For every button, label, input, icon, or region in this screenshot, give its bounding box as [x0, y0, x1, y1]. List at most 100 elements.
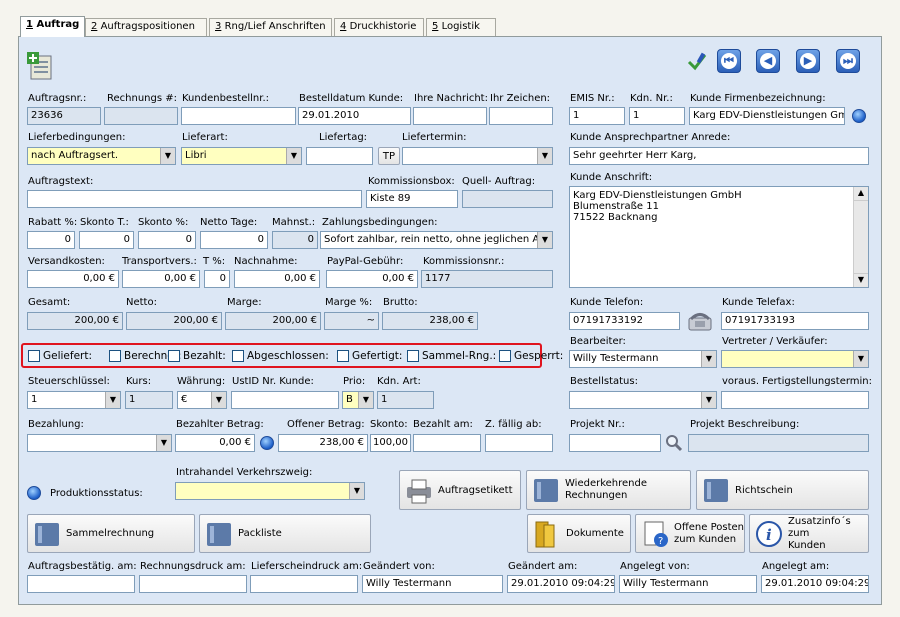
chevron-down-icon[interactable]: [105, 392, 120, 408]
tab-logistik[interactable]: 5 Logistik: [426, 18, 496, 36]
skonto2-field[interactable]: 100,00: [370, 434, 411, 452]
auftragsbestaetig-field[interactable]: [27, 575, 135, 593]
last-record-button[interactable]: ⏭: [836, 49, 860, 73]
tab-auftrag[interactable]: 1 Auftrag: [20, 16, 86, 37]
geaendert-am-field[interactable]: 29.01.2010 09:04:29: [507, 575, 615, 593]
prio-select[interactable]: B: [342, 391, 374, 409]
offene-posten-button[interactable]: ? Offene Posten zum Kunden: [635, 514, 745, 553]
netto-tage-field[interactable]: 0: [200, 231, 268, 249]
bestellstatus-select[interactable]: [569, 391, 717, 409]
steuerschluessel-select[interactable]: 1: [27, 391, 121, 409]
lieferart-select[interactable]: Libri: [181, 147, 302, 165]
kdn-art-field[interactable]: 1: [377, 391, 434, 409]
mahnst-field[interactable]: 0: [272, 231, 318, 249]
marge-field[interactable]: 200,00 €: [225, 312, 321, 330]
auftragsnr-field[interactable]: 23636: [27, 107, 101, 125]
edit-check-icon[interactable]: [686, 50, 708, 72]
ustid-field[interactable]: [231, 391, 339, 409]
payment-info-button[interactable]: [260, 436, 274, 450]
projekt-nr-field[interactable]: [569, 434, 661, 452]
bezahlt-checkbox[interactable]: Bezahlt:: [168, 350, 226, 362]
rechnungs-field[interactable]: [104, 107, 178, 125]
bestelldatum-field[interactable]: 29.01.2010: [298, 107, 411, 125]
tab-anschriften[interactable]: 3 Rng/Lief Anschriften: [209, 18, 332, 36]
sammel-rng-checkbox[interactable]: Sammel-Rng.:: [407, 350, 496, 362]
new-order-icon[interactable]: [25, 50, 53, 80]
previous-record-button[interactable]: ◀: [756, 49, 780, 73]
chevron-down-icon[interactable]: [156, 435, 171, 451]
angelegt-von-field[interactable]: Willy Testermann: [619, 575, 757, 593]
bezahlung-select[interactable]: [27, 434, 172, 452]
nachnahme-field[interactable]: 0,00 €: [234, 270, 320, 288]
sammelrechnung-button[interactable]: Sammelrechnung: [27, 514, 195, 553]
vertreter-select[interactable]: [721, 350, 869, 368]
chevron-down-icon[interactable]: [537, 148, 552, 164]
zusatzinfo-button[interactable]: i Zusatzinfo´s zum Kunden: [749, 514, 869, 553]
wiederkehrende-rechnungen-button[interactable]: Wiederkehrende Rechnungen: [526, 470, 691, 510]
gefertigt-checkbox[interactable]: Gefertigt:: [337, 350, 402, 362]
abgeschlossen-checkbox[interactable]: Abgeschlossen:: [232, 350, 329, 362]
waehrung-select[interactable]: €: [177, 391, 227, 409]
projekt-beschreibung-field[interactable]: [688, 434, 869, 452]
tab-auftragspositionen[interactable]: 2 Auftragspositionen: [85, 18, 207, 36]
checkbox-box[interactable]: [168, 350, 180, 362]
skonto-t-field[interactable]: 0: [79, 231, 134, 249]
telefax-field[interactable]: 07191733193: [721, 312, 869, 330]
tp-button[interactable]: TP: [378, 147, 400, 165]
zahlungsbedingungen-select[interactable]: Sofort zahlbar, rein netto, ohne jeglich…: [320, 231, 553, 249]
kommissionsbox-field[interactable]: Kiste 89: [366, 190, 458, 208]
tab-druckhistorie[interactable]: 4 Druckhistorie: [334, 18, 424, 36]
chevron-down-icon[interactable]: [160, 148, 175, 164]
z-faellig-field[interactable]: [485, 434, 553, 452]
kundenbestellnr-field[interactable]: [181, 107, 296, 125]
kdn-field[interactable]: 1: [629, 107, 685, 125]
versandkosten-field[interactable]: 0,00 €: [27, 270, 119, 288]
bezahlt-am-field[interactable]: [413, 434, 481, 452]
liefertag-field[interactable]: [306, 147, 373, 165]
packliste-button[interactable]: Packliste: [199, 514, 371, 553]
emis-field[interactable]: 1: [569, 107, 625, 125]
checkbox-box[interactable]: [499, 350, 511, 362]
netto-field[interactable]: 200,00 €: [126, 312, 222, 330]
liefertermin-select[interactable]: [402, 147, 553, 165]
angelegt-am-field[interactable]: 29.01.2010 09:04:29: [761, 575, 869, 593]
paypal-field[interactable]: 0,00 €: [326, 270, 418, 288]
produktionsstatus-indicator[interactable]: [27, 486, 41, 500]
skonto-p-field[interactable]: 0: [138, 231, 196, 249]
ihre-nachricht-field[interactable]: [413, 107, 487, 125]
auftragsetikett-button[interactable]: Auftragsetikett: [399, 470, 521, 510]
geliefert-checkbox[interactable]: Geliefert:: [28, 350, 92, 362]
intrahandel-select[interactable]: [175, 482, 365, 500]
ihr-zeichen-field[interactable]: [489, 107, 553, 125]
telefon-field[interactable]: 07191733192: [569, 312, 680, 330]
fertigstellung-field[interactable]: [721, 391, 869, 409]
checkbox-box[interactable]: [28, 350, 40, 362]
bezahlter-betrag-field[interactable]: 0,00 €: [175, 434, 255, 452]
kommissionsnr-field[interactable]: 1177: [421, 270, 553, 288]
dokumente-button[interactable]: Dokumente: [527, 514, 631, 553]
marge-pct-field[interactable]: ~: [324, 312, 379, 330]
chevron-down-icon[interactable]: [349, 483, 364, 499]
chevron-down-icon[interactable]: [358, 392, 373, 408]
kurs-field[interactable]: 1: [125, 391, 173, 409]
quell-auftrag-field[interactable]: [462, 190, 553, 208]
transportvers-field[interactable]: 0,00 €: [122, 270, 200, 288]
lieferscheindruck-field[interactable]: [250, 575, 358, 593]
first-record-button[interactable]: ⏮: [717, 49, 741, 73]
gesamt-field[interactable]: 200,00 €: [27, 312, 123, 330]
ansprechpartner-field[interactable]: Sehr geehrter Herr Karg,: [569, 147, 869, 165]
chevron-down-icon[interactable]: [211, 392, 226, 408]
t-pct-field[interactable]: 0: [204, 270, 230, 288]
anschrift-textarea[interactable]: Karg EDV-Dienstleistungen GmbH Blumenstr…: [569, 186, 869, 288]
auftragstext-field[interactable]: [27, 190, 362, 208]
checkbox-box[interactable]: [337, 350, 349, 362]
gesperrt-checkbox[interactable]: Gesperrt:: [499, 350, 563, 362]
firmenbez-field[interactable]: Karg EDV-Dienstleistungen Gm: [689, 107, 845, 125]
checkbox-box[interactable]: [407, 350, 419, 362]
geaendert-von-field[interactable]: Willy Testermann: [362, 575, 503, 593]
chevron-down-icon[interactable]: [537, 232, 552, 248]
offener-betrag-field[interactable]: 238,00 €: [278, 434, 368, 452]
rechnungsdruck-field[interactable]: [139, 575, 247, 593]
chevron-down-icon[interactable]: [286, 148, 301, 164]
brutto-field[interactable]: 238,00 €: [382, 312, 478, 330]
